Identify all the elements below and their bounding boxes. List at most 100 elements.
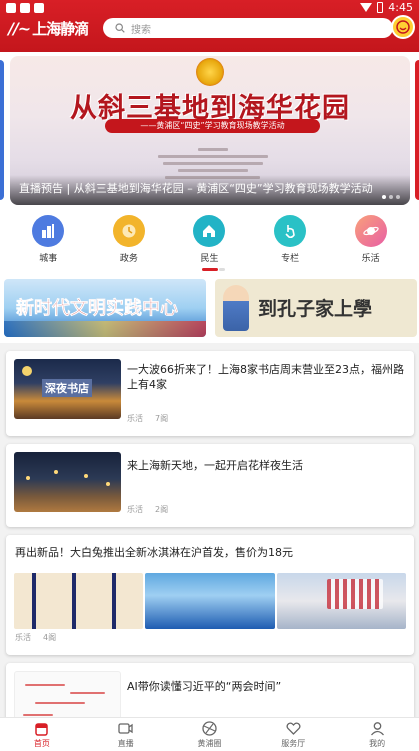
battery-icon xyxy=(377,2,384,13)
category-label: 城事 xyxy=(39,254,58,264)
notification-icon xyxy=(6,3,16,13)
tab-live[interactable]: 直播 xyxy=(84,718,168,751)
article-category: 乐活 xyxy=(127,414,143,423)
promo-title: 到孔子家上學 xyxy=(258,298,373,320)
search-icon xyxy=(115,23,125,33)
carousel-dots xyxy=(382,195,400,199)
profile-avatar-button[interactable] xyxy=(391,15,415,39)
flag-decoration xyxy=(326,579,383,609)
mindmap-line xyxy=(25,684,65,686)
banner-caption-bar: 直播预告 | 从斜三基地到海华花园 – 黄浦区“四史”学习教育现场教学活动 xyxy=(10,175,410,205)
article-thumbnail xyxy=(14,671,121,723)
carousel-dot[interactable] xyxy=(389,195,393,199)
tab-label: 我的 xyxy=(369,739,386,748)
user-icon xyxy=(370,722,384,736)
video-icon xyxy=(118,723,133,734)
clock-icon xyxy=(112,215,145,247)
banner-ribbon: ——黄浦区“四史”学习教育现场教学活动 xyxy=(105,119,320,133)
article-title: 来上海新天地，一起开启花样夜生活 xyxy=(127,459,303,472)
promo-confucius[interactable]: 到孔子家上學 xyxy=(215,279,417,337)
thumbnail-sign: 深夜书店 xyxy=(42,379,92,397)
street-light xyxy=(26,476,30,480)
category-lehuo[interactable]: 乐活 xyxy=(341,215,401,267)
article-meta: 乐活 7阁 xyxy=(127,413,168,424)
street-light xyxy=(106,482,110,486)
category-chengshi[interactable]: 城事 xyxy=(18,215,78,267)
article-time: 2阁 xyxy=(155,505,169,514)
article-image-strip xyxy=(14,573,406,629)
promo-skyline xyxy=(4,321,206,337)
tab-label: 首页 xyxy=(33,739,50,748)
mindmap-line xyxy=(23,714,53,716)
tab-huangpu-circle[interactable]: 黄浦圈 xyxy=(168,718,252,751)
street-light xyxy=(84,474,88,478)
tab-home[interactable]: 首页 xyxy=(0,718,84,751)
banner-caption: 直播预告 | 从斜三基地到海华花园 – 黄浦区“四史”学习教育现场教学活动 xyxy=(19,182,373,195)
app-header: 4:45 //~ 上海静滴 搜索 xyxy=(0,0,419,52)
home-tab-icon xyxy=(35,723,49,736)
category-zhengwu[interactable]: 政务 xyxy=(99,215,159,267)
confucius-figure-icon xyxy=(223,285,249,331)
category-minsheng[interactable]: 民生 xyxy=(179,215,239,267)
notification-icons xyxy=(6,3,44,13)
article-thumbnail: 深夜书店 xyxy=(14,359,121,419)
app-logo[interactable]: //~ 上海静滴 xyxy=(8,18,89,39)
street-light xyxy=(54,470,58,474)
heart-hand-icon xyxy=(286,722,301,735)
search-bar[interactable]: 搜索 xyxy=(103,18,393,38)
bottom-tab-bar: 首页 直播 黄浦圈 服务厅 我的 xyxy=(0,717,419,751)
article-title: AI带你读懂习近平的“两会时间” xyxy=(127,680,282,693)
article-image xyxy=(14,573,144,629)
article-card[interactable]: 来上海新天地，一起开启花样夜生活 乐活 2阁 xyxy=(6,444,414,527)
article-title: 一大波66折来了！上海8家书店周末营业至23点，福州路上有4家 xyxy=(127,363,404,391)
planet-icon xyxy=(354,215,387,247)
article-image xyxy=(276,573,406,629)
prev-banner-peek xyxy=(0,60,4,200)
article-card[interactable]: AI带你读懂习近平的“两会时间” xyxy=(6,663,414,723)
article-card[interactable]: 深夜书店 一大波66折来了！上海8家书店周末营业至23点，福州路上有4家 乐活 … xyxy=(6,351,414,436)
article-category: 乐活 xyxy=(127,505,143,514)
smile-icon xyxy=(396,20,410,34)
tab-mine[interactable]: 我的 xyxy=(335,718,419,751)
category-zhuanlan[interactable]: 专栏 xyxy=(260,215,320,267)
party-emblem-icon xyxy=(196,58,224,86)
home-icon xyxy=(193,215,226,247)
hero-banner[interactable]: 从斜三基地到海华花园 ——黄浦区“四史”学习教育现场教学活动 直播预告 | 从斜… xyxy=(10,56,410,205)
category-label: 政务 xyxy=(119,254,138,264)
article-image xyxy=(145,573,275,629)
carousel-dot[interactable] xyxy=(382,195,386,199)
notification-icon xyxy=(34,3,44,13)
article-time: 7阁 xyxy=(155,414,169,423)
promo-civilization-center[interactable]: 新时代文明实践中心 xyxy=(4,279,206,337)
promo-title: 新时代文明实践中心 xyxy=(16,298,179,320)
category-page-indicator xyxy=(219,268,225,271)
mindmap-line xyxy=(35,702,85,704)
carousel-dot[interactable] xyxy=(396,195,400,199)
mindmap-line xyxy=(70,692,105,694)
tab-service-hall[interactable]: 服务厅 xyxy=(251,718,335,751)
notification-icon xyxy=(20,3,30,13)
article-meta: 乐活 2阁 xyxy=(127,504,168,515)
category-label: 乐活 xyxy=(361,254,380,264)
next-banner-peek xyxy=(415,60,419,200)
moon-icon xyxy=(22,366,32,376)
article-card[interactable]: 再出新品！大白兔推出全新冰淇淋在沪首发，售价为18元 乐活 4阁 xyxy=(6,535,414,655)
hand-icon xyxy=(274,215,307,247)
category-nav: 城事 政务 民生 专栏 乐活 xyxy=(0,215,419,267)
article-category: 乐活 xyxy=(15,633,31,642)
article-thumbnail xyxy=(14,452,121,512)
tab-label: 服务厅 xyxy=(281,739,306,748)
system-status: 4:45 xyxy=(360,1,413,14)
building-icon xyxy=(32,215,65,247)
category-label: 民生 xyxy=(200,254,219,264)
globe-icon xyxy=(202,721,217,736)
logo-mark-icon: //~ xyxy=(8,19,31,38)
article-meta: 乐活 4阁 xyxy=(15,632,56,643)
search-placeholder: 搜索 xyxy=(131,24,151,36)
clock-time: 4:45 xyxy=(388,1,413,14)
tab-label: 黄浦圈 xyxy=(197,739,222,748)
status-bar: 4:45 xyxy=(0,0,419,16)
tab-label: 直播 xyxy=(117,739,134,748)
logo-text: 上海静滴 xyxy=(32,20,89,38)
category-page-indicator-active xyxy=(202,268,218,271)
